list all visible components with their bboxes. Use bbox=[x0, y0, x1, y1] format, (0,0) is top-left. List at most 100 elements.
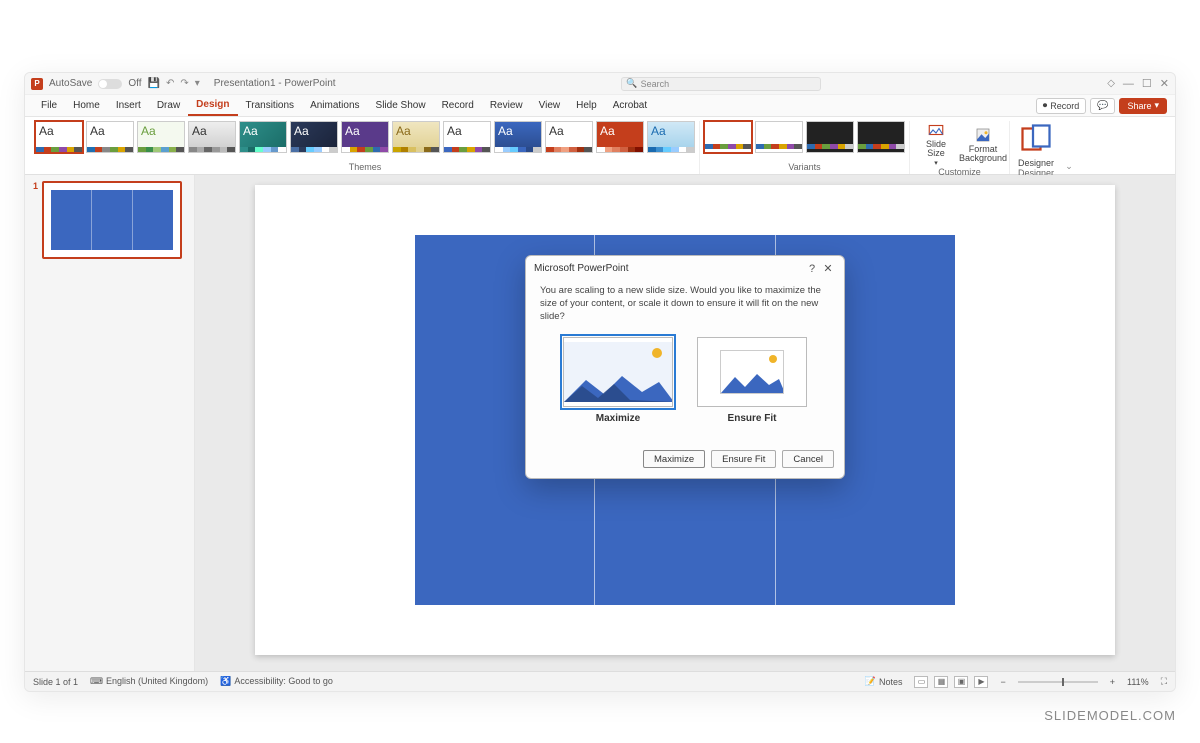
theme-tile-10[interactable]: Aa bbox=[545, 121, 593, 153]
status-slide-info: Slide 1 of 1 bbox=[33, 677, 78, 687]
qat-dropdown-icon[interactable]: ▾ bbox=[195, 78, 200, 89]
app-body: 1 Microsoft PowerPoint ? ✕ bbox=[25, 175, 1175, 671]
search-input[interactable]: 🔍 Search bbox=[621, 77, 821, 91]
slideshow-view-icon[interactable]: ▶ bbox=[974, 676, 988, 688]
slide-thumbnail[interactable] bbox=[42, 181, 182, 259]
dialog-cancel-button[interactable]: Cancel bbox=[782, 450, 834, 468]
status-bar: Slide 1 of 1 ⌨English (United Kingdom) ♿… bbox=[25, 671, 1175, 691]
status-language[interactable]: ⌨English (United Kingdom) bbox=[90, 676, 208, 687]
option-ensure-fit-label: Ensure Fit bbox=[728, 413, 777, 424]
variants-group: Variants bbox=[700, 121, 910, 174]
theme-tile-12[interactable]: Aa bbox=[647, 121, 695, 153]
close-window-icon[interactable]: ✕ bbox=[1160, 77, 1169, 90]
ribbon-tab-acrobat[interactable]: Acrobat bbox=[605, 95, 655, 116]
status-accessibility[interactable]: ♿Accessibility: Good to go bbox=[220, 676, 333, 687]
ribbon-tab-home[interactable]: Home bbox=[65, 95, 108, 116]
theme-tile-5[interactable]: Aa bbox=[290, 121, 338, 153]
notes-button[interactable]: 📝Notes bbox=[865, 676, 903, 687]
designer-group: Designer Designer bbox=[1010, 121, 1062, 174]
dialog-title: Microsoft PowerPoint bbox=[534, 263, 804, 274]
undo-icon[interactable]: ↶ bbox=[166, 78, 174, 89]
ribbon-tab-transitions[interactable]: Transitions bbox=[238, 95, 303, 116]
theme-tile-6[interactable]: Aa bbox=[341, 121, 389, 153]
share-button[interactable]: Share▾ bbox=[1119, 98, 1167, 114]
save-icon[interactable]: 💾 bbox=[148, 78, 160, 89]
designer-icon bbox=[1018, 121, 1054, 157]
slide-thumbnail-rail: 1 bbox=[25, 175, 195, 671]
autosave-toggle[interactable] bbox=[98, 79, 122, 89]
watermark: SLIDEMODEL.COM bbox=[1044, 708, 1176, 723]
powerpoint-icon: P bbox=[31, 78, 43, 90]
dialog-maximize-button-label: Maximize bbox=[654, 454, 694, 465]
redo-icon[interactable]: ↷ bbox=[180, 78, 188, 89]
diamond-icon[interactable]: ◇ bbox=[1107, 78, 1115, 89]
collapse-ribbon-icon[interactable]: ⌄ bbox=[1062, 121, 1076, 174]
theme-tile-7[interactable]: Aa bbox=[392, 121, 440, 153]
comment-icon: 💬 bbox=[1097, 100, 1108, 111]
slide-size-icon bbox=[927, 121, 945, 139]
zoom-slider[interactable] bbox=[1018, 681, 1098, 683]
variants-group-label: Variants bbox=[788, 162, 820, 174]
ribbon-tab-animations[interactable]: Animations bbox=[302, 95, 367, 116]
zoom-level[interactable]: 111% bbox=[1127, 677, 1149, 687]
theme-tile-4[interactable]: Aa bbox=[239, 121, 287, 153]
fit-to-window-icon[interactable]: ⛶ bbox=[1161, 676, 1167, 687]
ribbon-tab-record[interactable]: Record bbox=[434, 95, 482, 116]
status-language-label: English (United Kingdom) bbox=[106, 676, 208, 686]
comments-button[interactable]: 💬 bbox=[1090, 98, 1115, 114]
option-maximize-thumb bbox=[563, 337, 673, 407]
record-button[interactable]: ⏺Record bbox=[1036, 98, 1087, 114]
customize-group: Slide Size ▾ Format Background Customize bbox=[910, 121, 1010, 174]
ribbon-tab-insert[interactable]: Insert bbox=[108, 95, 149, 116]
ribbon-tabs: FileHomeInsertDrawDesignTransitionsAnima… bbox=[25, 95, 1175, 117]
designer-button[interactable]: Designer bbox=[1014, 121, 1058, 168]
search-icon: 🔍 bbox=[626, 78, 637, 89]
variant-tile-0[interactable] bbox=[704, 121, 752, 153]
ribbon-tab-review[interactable]: Review bbox=[482, 95, 531, 116]
zoom-out-icon[interactable]: − bbox=[1000, 677, 1005, 687]
option-ensure-fit[interactable]: Ensure Fit bbox=[697, 337, 807, 424]
sorter-view-icon[interactable]: ▦ bbox=[934, 676, 948, 688]
status-accessibility-label: Accessibility: Good to go bbox=[234, 676, 333, 686]
ribbon-tab-design[interactable]: Design bbox=[188, 95, 237, 116]
ribbon-tab-file[interactable]: File bbox=[33, 95, 65, 116]
maximize-window-icon[interactable]: ☐ bbox=[1142, 77, 1152, 90]
reading-view-icon[interactable]: ▣ bbox=[954, 676, 968, 688]
slide-size-label: Slide Size bbox=[926, 140, 946, 158]
dialog-maximize-button[interactable]: Maximize bbox=[643, 450, 705, 468]
dialog-ensure-fit-button[interactable]: Ensure Fit bbox=[711, 450, 776, 468]
ribbon-tab-help[interactable]: Help bbox=[568, 95, 605, 116]
zoom-in-icon[interactable]: + bbox=[1110, 677, 1115, 687]
format-background-label: Format Background bbox=[959, 145, 1007, 163]
dialog-help-icon[interactable]: ? bbox=[804, 263, 820, 275]
theme-tile-3[interactable]: Aa bbox=[188, 121, 236, 153]
theme-tile-8[interactable]: Aa bbox=[443, 121, 491, 153]
ribbon-tab-draw[interactable]: Draw bbox=[149, 95, 188, 116]
themes-group: AaAaAaAaAaAaAaAaAaAaAaAaAa Themes bbox=[31, 121, 700, 174]
ribbon-tab-slide-show[interactable]: Slide Show bbox=[368, 95, 434, 116]
slide-number: 1 bbox=[33, 181, 38, 259]
minimize-icon[interactable]: — bbox=[1123, 78, 1134, 90]
designer-label: Designer bbox=[1018, 158, 1054, 168]
dialog-message: You are scaling to a new slide size. Wou… bbox=[540, 285, 830, 323]
theme-tile-2[interactable]: Aa bbox=[137, 121, 185, 153]
variant-tile-1[interactable] bbox=[755, 121, 803, 153]
theme-tile-0[interactable]: Aa bbox=[35, 121, 83, 153]
normal-view-icon[interactable]: ▭ bbox=[914, 676, 928, 688]
slide-thumbnail-content bbox=[51, 190, 173, 250]
theme-tile-1[interactable]: Aa bbox=[86, 121, 134, 153]
ribbon-tab-view[interactable]: View bbox=[531, 95, 569, 116]
format-background-button[interactable]: Format Background bbox=[961, 126, 1005, 163]
theme-tile-11[interactable]: Aa bbox=[596, 121, 644, 153]
dialog-close-icon[interactable]: ✕ bbox=[820, 262, 836, 275]
app-window: P AutoSave Off 💾 ↶ ↷ ▾ Presentation1 - P… bbox=[24, 72, 1176, 692]
variant-tile-2[interactable] bbox=[806, 121, 854, 153]
chevron-down-icon: ▾ bbox=[934, 159, 938, 167]
theme-tile-9[interactable]: Aa bbox=[494, 121, 542, 153]
dialog-ensure-fit-button-label: Ensure Fit bbox=[722, 454, 765, 465]
variant-tile-3[interactable] bbox=[857, 121, 905, 153]
record-icon: ⏺ bbox=[1043, 100, 1048, 111]
option-maximize[interactable]: Maximize bbox=[563, 337, 673, 424]
slide-size-button[interactable]: Slide Size ▾ bbox=[914, 121, 958, 167]
slide-size-dialog: Microsoft PowerPoint ? ✕ You are scaling… bbox=[525, 255, 845, 479]
